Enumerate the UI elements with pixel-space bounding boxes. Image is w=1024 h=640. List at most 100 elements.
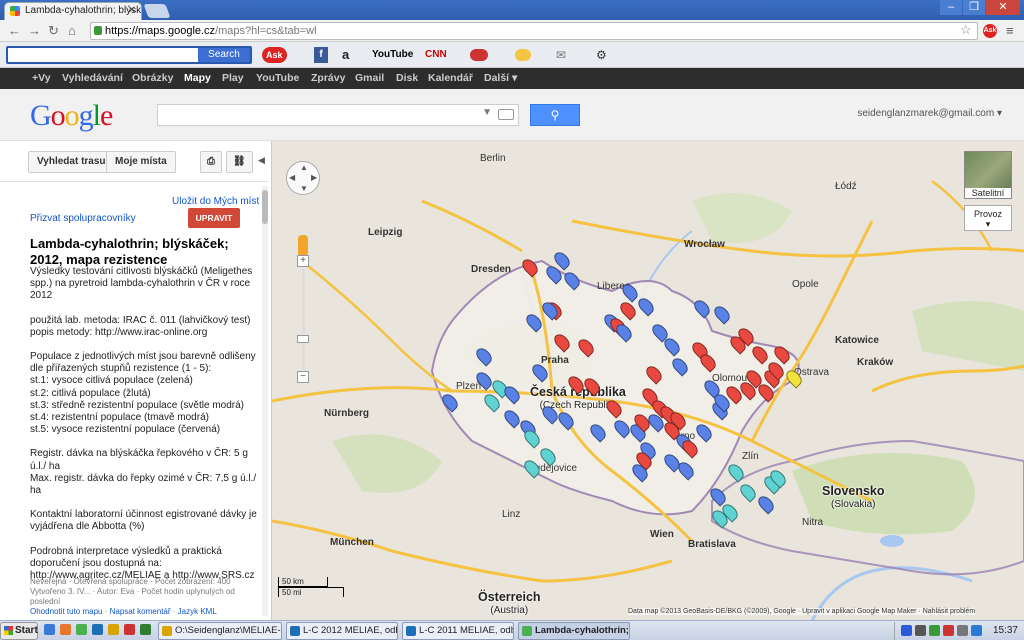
home-icon[interactable]: ⌂ xyxy=(68,23,76,38)
sidebar-panel: Vyhledat trasu Moje místa ⎙ ⛓ ◀ Uložit d… xyxy=(0,141,272,620)
gbar-item-drive[interactable]: Disk xyxy=(396,68,418,89)
youtube-icon[interactable]: YouTube xyxy=(372,47,413,63)
media-icon[interactable] xyxy=(124,624,135,635)
edit-button[interactable]: UPRAVIT xyxy=(188,208,240,228)
map-attribution[interactable]: Data map ©2013 GeoBasis-DE/BKG (©2009), … xyxy=(628,608,976,615)
zoom-slider-thumb[interactable] xyxy=(297,335,309,343)
route-button[interactable]: Vyhledat trasu xyxy=(28,151,115,173)
task-label: Lambda-cyhalothrin; ... xyxy=(535,625,630,636)
traffic-toggle[interactable]: Provoz ▾ xyxy=(964,205,1012,231)
scrollbar-thumb[interactable] xyxy=(262,190,268,224)
browser-tab-active[interactable]: Lambda-cyhalothrin; blýskáč ✕ xyxy=(4,2,142,20)
chrome-icon[interactable] xyxy=(76,624,87,635)
kml-link[interactable]: Jazyk KML xyxy=(178,607,217,616)
toolbar-search-input[interactable]: Search xyxy=(6,46,252,64)
pan-up-icon[interactable]: ▲ xyxy=(300,163,308,172)
zoom-track[interactable] xyxy=(302,269,305,379)
weather-sun-icon[interactable] xyxy=(515,49,531,61)
back-icon[interactable]: ← xyxy=(8,23,21,38)
taskbar-task[interactable]: O:\Seidenglanz\MELIAE-... xyxy=(158,622,282,640)
window-controls: – ❐ ✕ xyxy=(940,0,1020,15)
clock[interactable]: 15:37 xyxy=(993,625,1018,636)
url-path: /maps?hl=cs&tab=wl xyxy=(215,25,317,37)
tray-icon[interactable] xyxy=(943,625,954,636)
cnn-icon[interactable]: CNN xyxy=(425,47,447,63)
search-dropdown-icon[interactable]: ▼ xyxy=(482,107,492,118)
map-base xyxy=(272,141,1024,620)
maps-search-input[interactable]: ▼ xyxy=(157,104,519,126)
excel-icon[interactable] xyxy=(140,624,151,635)
taskbar-task-active[interactable]: Lambda-cyhalothrin; ... xyxy=(518,622,630,640)
reload-icon[interactable]: ↻ xyxy=(48,23,59,39)
maps-search-button[interactable]: ⚲ xyxy=(530,104,580,126)
zoom-control: + − xyxy=(297,211,309,391)
gbar-item-images[interactable]: Obrázky xyxy=(132,68,173,89)
window-close-icon[interactable]: ✕ xyxy=(986,0,1020,15)
pan-left-icon[interactable]: ◀ xyxy=(289,173,295,182)
amazon-icon[interactable]: a xyxy=(342,47,349,63)
rate-map-link[interactable]: Ohodnotit tuto mapu xyxy=(30,607,103,616)
desc-paragraph: Kontaktní laboratorní účinnost egistrova… xyxy=(30,509,257,533)
maximize-icon[interactable]: ❐ xyxy=(963,0,985,15)
word-icon xyxy=(290,626,300,636)
word-icon[interactable] xyxy=(92,624,103,635)
pan-down-icon[interactable]: ▼ xyxy=(300,184,308,193)
tray-icon[interactable] xyxy=(901,625,912,636)
gbar-item-news[interactable]: Zprávy xyxy=(311,68,345,89)
ask-logo-icon[interactable]: Ask xyxy=(262,47,287,63)
collapse-panel-icon[interactable]: ◀ xyxy=(258,155,265,166)
comment-link[interactable]: Napsat komentář xyxy=(110,607,171,616)
gbar-item-plus[interactable]: +Vy xyxy=(32,68,51,89)
taskbar-task[interactable]: L-C 2011 MELIAE, odb. ... xyxy=(402,622,514,640)
invite-collaborators-link[interactable]: Přizvat spolupracovníky xyxy=(30,213,136,224)
network-icon[interactable] xyxy=(971,625,982,636)
city-label: Katowice xyxy=(835,335,879,346)
gbar-item-gmail[interactable]: Gmail xyxy=(355,68,384,89)
gbar-item-search[interactable]: Vyhledávání xyxy=(62,68,123,89)
city-label: Nitra xyxy=(802,517,824,528)
minimize-icon[interactable]: – xyxy=(940,0,962,15)
firefox-icon[interactable] xyxy=(60,624,71,635)
ie-icon[interactable] xyxy=(44,624,55,635)
keyboard-icon[interactable] xyxy=(498,109,514,120)
map-canvas[interactable]: Łódź Wrocław Leipzig Dresden Praha Katow… xyxy=(272,141,1024,620)
gbar-item-more[interactable]: Další ▾ xyxy=(484,68,517,89)
bookmark-star-icon[interactable]: ☆ xyxy=(960,22,972,38)
link-icon[interactable]: ⛓ xyxy=(226,151,253,173)
weather-radar-icon[interactable] xyxy=(470,49,488,61)
print-icon[interactable]: ⎙ xyxy=(200,151,222,173)
system-tray: 15:37 xyxy=(894,622,1024,640)
account-menu[interactable]: seidenglanzmarek@gmail.com ▾ xyxy=(857,108,1002,119)
close-tab-icon[interactable]: ✕ xyxy=(128,3,136,19)
start-button[interactable]: Start xyxy=(0,622,38,640)
gbar-item-calendar[interactable]: Kalendář xyxy=(428,68,473,89)
gbar-item-maps[interactable]: Mapy xyxy=(184,68,211,89)
pan-right-icon[interactable]: ▶ xyxy=(311,173,317,182)
taskbar-task[interactable]: L-C 2012 MELIAE, odb. ... xyxy=(286,622,398,640)
google-logo[interactable]: Google xyxy=(30,99,113,133)
mail-icon[interactable]: ✉ xyxy=(556,47,566,63)
folder-icon[interactable] xyxy=(108,624,119,635)
tray-icon[interactable] xyxy=(915,625,926,636)
city-label: Nürnberg xyxy=(324,408,369,419)
facebook-icon[interactable]: f xyxy=(314,47,328,63)
forward-icon[interactable]: → xyxy=(28,23,41,38)
my-places-button[interactable]: Moje místa xyxy=(106,151,176,173)
zoom-out-button[interactable]: − xyxy=(297,371,309,383)
new-tab-button[interactable] xyxy=(143,4,171,18)
volume-icon[interactable] xyxy=(957,625,968,636)
toolbar-search-button[interactable]: Search xyxy=(198,48,250,62)
chrome-menu-icon[interactable]: ≡ xyxy=(1006,23,1014,38)
zoom-in-button[interactable]: + xyxy=(297,255,309,267)
url-field[interactable]: https://maps.google.cz/maps?hl=cs&tab=wl xyxy=(90,22,978,40)
save-to-my-places-link[interactable]: Uložit do Mých míst xyxy=(172,196,259,207)
pan-control[interactable]: ▲ ◀ ▶ ▼ xyxy=(286,161,320,195)
satellite-toggle[interactable]: Satelitní xyxy=(964,151,1012,199)
gbar-item-play[interactable]: Play xyxy=(222,68,244,89)
sidebar-scrollbar[interactable] xyxy=(262,186,268,616)
ask-extension-icon[interactable]: Ask xyxy=(983,24,997,38)
gbar-item-youtube[interactable]: YouTube xyxy=(256,68,299,89)
dragon-icon[interactable]: ⚙ xyxy=(596,47,607,63)
divider xyxy=(0,181,268,182)
tray-icon[interactable] xyxy=(929,625,940,636)
